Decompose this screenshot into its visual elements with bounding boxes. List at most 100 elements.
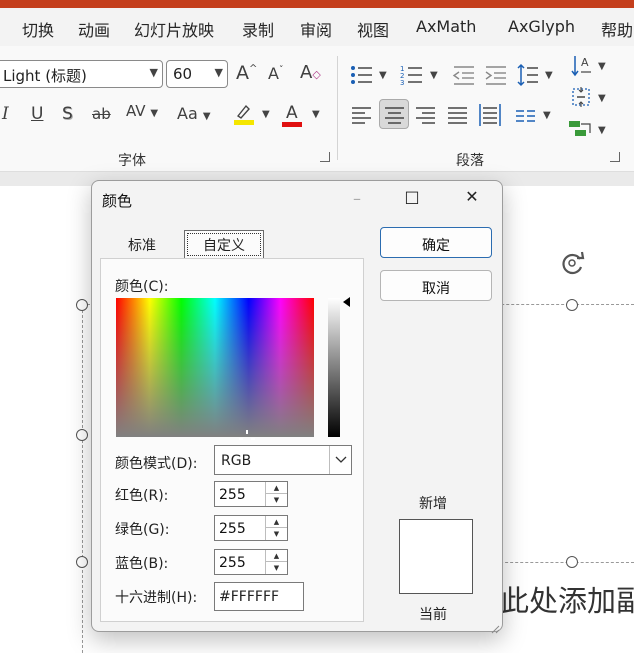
spin-down-icon[interactable]: ▼ — [266, 562, 287, 574]
distributed-align-icon[interactable] — [479, 104, 501, 126]
crosshair-icon — [239, 426, 255, 440]
svg-text:3: 3 — [400, 79, 404, 86]
text-direction-icon[interactable]: A — [571, 54, 593, 78]
chevron-down-icon[interactable]: ▼ — [379, 71, 387, 81]
align-center-button[interactable] — [379, 99, 409, 129]
select-arrow-box — [329, 446, 351, 474]
dialog-title: 颜色 — [102, 192, 133, 210]
chevron-down-icon[interactable]: ▼ — [312, 110, 320, 120]
chevron-down-icon[interactable]: ▼ — [598, 62, 606, 72]
change-case-icon[interactable]: Aa ▼ — [177, 106, 211, 122]
stepper-arrows: ▲ ▼ — [265, 516, 287, 540]
blue-value[interactable]: 255 — [219, 555, 246, 571]
shrink-font-icon[interactable]: Aˇ — [268, 66, 283, 82]
minimize-icon: – — [353, 189, 361, 208]
green-value[interactable]: 255 — [219, 521, 246, 537]
clear-format-icon[interactable]: A◇ — [300, 64, 321, 82]
luminance-slider[interactable] — [328, 298, 340, 437]
resize-handle[interactable] — [76, 556, 88, 568]
increase-indent-icon[interactable] — [484, 64, 508, 86]
change-case-glyph: Aa — [177, 104, 198, 123]
paragraph-group-label: 段落 — [456, 153, 484, 169]
chevron-down-icon[interactable]: ▼ — [262, 110, 270, 120]
chevron-down-icon[interactable]: ▼ — [430, 71, 438, 81]
font-size-combo[interactable]: 60 ▼ — [166, 60, 228, 88]
shrink-font-glyph: A — [268, 64, 279, 83]
align-right-icon[interactable] — [416, 106, 436, 124]
chevron-down-icon[interactable]: ▼ — [543, 111, 551, 121]
font-color-icon[interactable]: A — [282, 102, 306, 128]
subtitle-placeholder-text[interactable]: 此处添加副 — [500, 578, 634, 620]
blue-label: 蓝色(B): — [115, 556, 169, 572]
current-color-label: 当前 — [419, 607, 447, 623]
color-mode-label: 颜色模式(D): — [115, 456, 198, 472]
menu-axglyph[interactable]: AxGlyph — [508, 17, 575, 36]
spin-up-icon[interactable]: ▲ — [266, 550, 287, 562]
green-stepper[interactable]: 255 ▲ ▼ — [214, 515, 288, 541]
chevron-down-icon[interactable]: ▼ — [598, 126, 606, 136]
paragraph-dialog-launcher-icon[interactable] — [610, 152, 620, 162]
underline-icon[interactable]: U — [31, 106, 43, 123]
color-dialog: 颜色 – □ ✕ 标准 自定义 颜色(C): 颜色模式(D): RGB 红色(R… — [91, 180, 503, 634]
justify-icon[interactable] — [448, 106, 468, 124]
cancel-button[interactable]: 取消 — [380, 270, 492, 301]
line-spacing-icon[interactable] — [516, 63, 540, 87]
color-spectrum[interactable] — [116, 298, 314, 440]
menu-axmath[interactable]: AxMath — [416, 17, 476, 36]
chevron-down-icon[interactable]: ▼ — [598, 94, 606, 104]
numbering-icon[interactable]: 1 2 3 — [400, 64, 426, 87]
spin-down-icon[interactable]: ▼ — [266, 494, 287, 506]
font-size-value: 60 — [173, 65, 193, 83]
maximize-icon[interactable]: □ — [397, 187, 427, 211]
menu-record[interactable]: 录制 — [242, 17, 274, 41]
resize-handle[interactable] — [76, 299, 88, 311]
align-left-icon[interactable] — [352, 106, 372, 124]
strikethrough-icon[interactable]: ab — [92, 107, 111, 122]
group-separator — [337, 56, 338, 160]
menu-slideshow[interactable]: 幻灯片放映 — [134, 17, 214, 41]
columns-icon[interactable] — [516, 108, 536, 122]
color-mode-select[interactable]: RGB — [214, 445, 352, 475]
font-color-swatch — [282, 122, 302, 127]
close-icon[interactable]: ✕ — [457, 187, 487, 211]
tab-custom[interactable]: 自定义 — [184, 230, 264, 259]
resize-handle[interactable] — [76, 429, 88, 441]
tab-standard[interactable]: 标准 — [102, 231, 182, 257]
spin-up-icon[interactable]: ▲ — [266, 482, 287, 494]
menu-animations[interactable]: 动画 — [78, 17, 110, 41]
menu-review[interactable]: 审阅 — [300, 17, 332, 41]
text-shadow-icon[interactable]: S — [62, 106, 73, 123]
blue-stepper[interactable]: 255 ▲ ▼ — [214, 549, 288, 575]
rotate-handle-icon[interactable] — [558, 250, 590, 278]
highlight-color-icon[interactable] — [232, 102, 256, 126]
font-dialog-launcher-icon[interactable] — [320, 152, 330, 162]
red-stepper[interactable]: 255 ▲ ▼ — [214, 481, 288, 507]
menu-help[interactable]: 帮助 — [601, 17, 633, 41]
menu-view[interactable]: 视图 — [357, 17, 389, 41]
red-label: 红色(R): — [115, 488, 169, 504]
spin-up-icon[interactable]: ▲ — [266, 516, 287, 528]
resize-handle[interactable] — [566, 299, 578, 311]
title-accent-strip — [0, 0, 634, 8]
font-group-label: 字体 — [118, 153, 146, 169]
luminance-pointer-icon[interactable] — [343, 297, 350, 307]
italic-icon[interactable]: I — [2, 106, 9, 123]
chevron-down-icon[interactable]: ▼ — [545, 71, 553, 81]
convert-smartart-icon[interactable] — [569, 119, 593, 139]
grow-font-icon[interactable]: A^ — [236, 64, 257, 83]
title-placeholder-border — [82, 305, 83, 653]
bullets-icon[interactable] — [350, 64, 376, 86]
resize-handle[interactable] — [566, 556, 578, 568]
decrease-indent-icon[interactable] — [452, 64, 476, 86]
font-name-combo[interactable]: Light (标题) ▼ — [0, 60, 163, 88]
hex-input[interactable]: #FFFFFF — [214, 582, 304, 611]
red-value[interactable]: 255 — [219, 487, 246, 503]
align-text-icon[interactable] — [570, 86, 592, 108]
resize-grip-icon[interactable] — [490, 619, 500, 634]
character-spacing-icon[interactable]: AV ▼ — [126, 104, 158, 119]
menu-transitions[interactable]: 切换 — [22, 17, 54, 41]
svg-text:A: A — [581, 56, 589, 69]
font-color-glyph: A — [286, 103, 298, 123]
ok-button[interactable]: 确定 — [380, 227, 492, 258]
spin-down-icon[interactable]: ▼ — [266, 528, 287, 540]
